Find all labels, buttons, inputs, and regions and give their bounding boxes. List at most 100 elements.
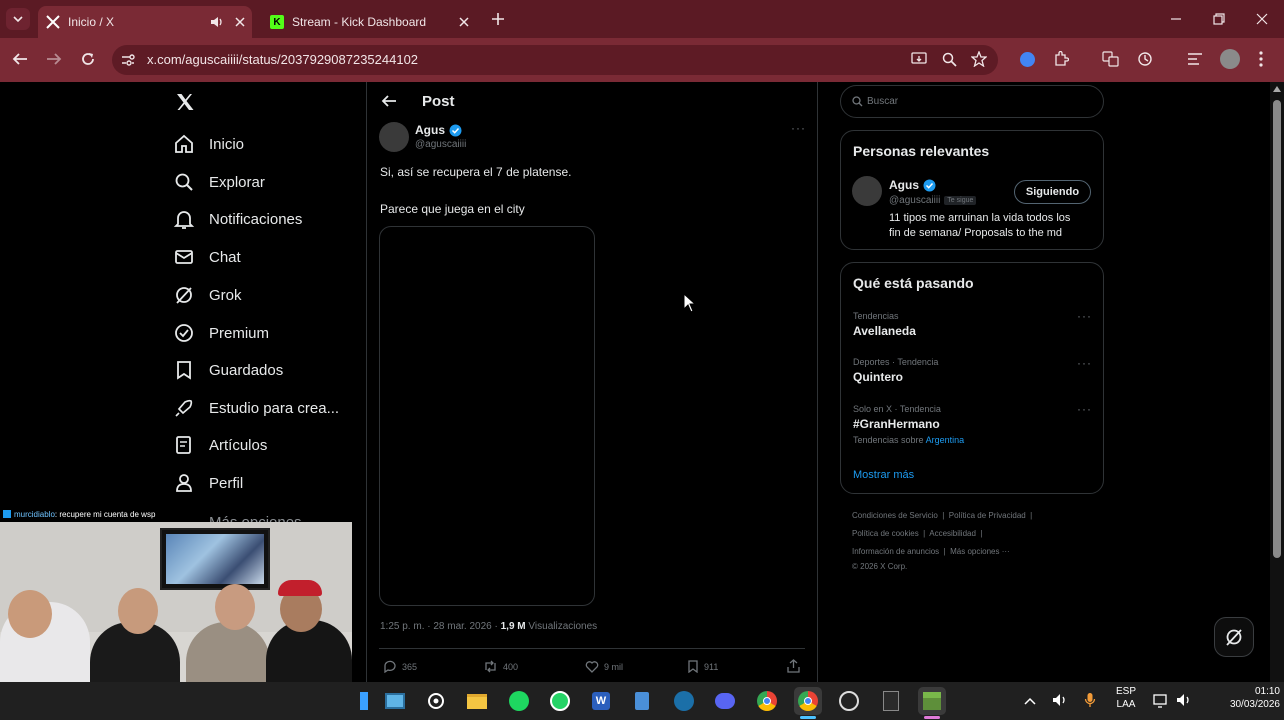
- bookmark-star-icon[interactable]: [971, 51, 987, 67]
- author-name-row[interactable]: Agus: [415, 123, 462, 137]
- scroll-up-icon[interactable]: [1273, 86, 1281, 92]
- sidebar-item-notificaciones[interactable]: Notificaciones: [173, 203, 302, 235]
- cam-person-head: [118, 588, 158, 634]
- relevant-name-row[interactable]: Agus: [889, 178, 936, 192]
- sidebar-item-premium[interactable]: Premium: [173, 317, 269, 349]
- microphone-icon[interactable]: [1084, 692, 1096, 708]
- network-icon[interactable]: [1153, 693, 1169, 708]
- calculator-icon[interactable]: [628, 687, 656, 715]
- install-app-icon[interactable]: [911, 52, 927, 67]
- new-tab-icon[interactable]: [491, 12, 505, 26]
- trend-sub-link[interactable]: Argentina: [926, 435, 965, 445]
- speaker-icon[interactable]: [210, 16, 224, 28]
- relevant-avatar[interactable]: [852, 176, 882, 206]
- whatsapp-icon[interactable]: [546, 687, 574, 715]
- tray-overflow-icon[interactable]: [1024, 697, 1036, 705]
- share-icon[interactable]: [787, 659, 800, 673]
- zoom-icon[interactable]: [942, 52, 957, 67]
- show-more-link[interactable]: Mostrar más: [853, 469, 914, 481]
- minimize-icon[interactable]: [1170, 13, 1182, 25]
- sidebar-item-grok[interactable]: Grok: [173, 279, 242, 311]
- back-arrow-icon[interactable]: [381, 94, 397, 108]
- speaker-tray-icon[interactable]: [1176, 693, 1192, 707]
- reading-list-icon[interactable]: [1187, 52, 1203, 66]
- tab-kick-dashboard[interactable]: K Stream - Kick Dashboard: [262, 6, 476, 38]
- close-window-icon[interactable]: [1256, 13, 1268, 25]
- search-input[interactable]: Buscar: [840, 85, 1104, 118]
- relevant-title: Personas relevantes: [853, 143, 990, 159]
- extensions-icon[interactable]: [1053, 51, 1069, 67]
- post-text-line-2: Parece que juega en el city: [380, 202, 525, 216]
- sidebar-item-explorar[interactable]: Explorar: [173, 166, 265, 198]
- clock[interactable]: 01:10 30/03/2026: [1200, 686, 1280, 710]
- post-more-icon[interactable]: ···: [791, 121, 806, 135]
- trend-more-icon[interactable]: ···: [1077, 356, 1092, 370]
- footer-link[interactable]: Más opciones ···: [950, 547, 1010, 556]
- sidebar-item-articulos[interactable]: Artículos: [173, 429, 267, 461]
- footer-link[interactable]: Accesibilidad: [929, 529, 976, 538]
- url-text[interactable]: x.com/aguscaiiii/status/2037929087235244…: [147, 52, 418, 67]
- scrollbar-thumb[interactable]: [1273, 100, 1281, 558]
- keyboard-layout: LAA: [1116, 699, 1136, 710]
- sidebar-item-inicio[interactable]: Inicio: [173, 128, 244, 160]
- bookmark-button[interactable]: 911: [687, 660, 718, 673]
- app-icon-partial[interactable]: [350, 687, 378, 715]
- x-home-logo-icon[interactable]: [175, 92, 195, 112]
- profile-avatar-icon[interactable]: [1220, 49, 1240, 69]
- site-settings-icon[interactable]: [121, 53, 135, 67]
- chrome-active-icon[interactable]: [794, 687, 822, 715]
- sidebar-item-estudio[interactable]: Estudio para crea...: [173, 392, 339, 424]
- grok-floating-button[interactable]: [1214, 617, 1254, 657]
- sidebar-item-chat[interactable]: Chat: [173, 241, 241, 273]
- author-avatar[interactable]: [379, 122, 409, 152]
- trend-item[interactable]: Solo en X · Tendencia #GranHermano Tende…: [853, 404, 964, 445]
- footer-link[interactable]: Información de anuncios: [852, 547, 939, 556]
- footer-link[interactable]: Política de Privacidad: [949, 511, 1026, 520]
- close-tab-icon[interactable]: [235, 17, 245, 27]
- back-icon[interactable]: [12, 52, 28, 66]
- tab-inicio-x[interactable]: Inicio / X: [38, 6, 252, 38]
- trend-more-icon[interactable]: ···: [1077, 402, 1092, 416]
- extension-blue-icon[interactable]: [1016, 48, 1038, 70]
- footer-link[interactable]: Condiciones de Servicio: [852, 511, 938, 520]
- app-icon-screen[interactable]: [381, 687, 409, 715]
- x-logo-icon: [46, 15, 60, 29]
- trend-item[interactable]: Tendencias Avellaneda: [853, 311, 916, 338]
- spotify-icon[interactable]: [505, 687, 533, 715]
- tab-search-button[interactable]: [6, 8, 30, 30]
- history-icon[interactable]: [1137, 51, 1153, 67]
- sidebar-item-guardados[interactable]: Guardados: [173, 354, 283, 386]
- trend-more-icon[interactable]: ···: [1077, 309, 1092, 323]
- epic-games-icon[interactable]: [877, 687, 905, 715]
- author-handle[interactable]: @aguscaiiii: [415, 139, 466, 150]
- reply-button[interactable]: 365: [383, 660, 417, 673]
- trend-item[interactable]: Deportes · Tendencia Quintero: [853, 357, 938, 384]
- chrome-menu-icon[interactable]: [1259, 51, 1263, 67]
- footer-copyright: © 2026 X Corp.: [852, 562, 908, 571]
- grok-icon: [1226, 629, 1242, 646]
- footer-link[interactable]: Política de cookies: [852, 529, 919, 538]
- forward-icon[interactable]: [46, 52, 62, 66]
- translate-icon[interactable]: [1102, 51, 1119, 67]
- close-tab-icon[interactable]: [459, 17, 469, 27]
- language-indicator[interactable]: ESP LAA: [1116, 686, 1136, 710]
- chatgpt-icon[interactable]: [422, 687, 450, 715]
- like-button[interactable]: 9 mil: [585, 660, 623, 673]
- sidebar-item-perfil[interactable]: Perfil: [173, 467, 243, 499]
- restore-icon[interactable]: [1213, 13, 1225, 25]
- word-icon[interactable]: W: [587, 687, 615, 715]
- repost-button[interactable]: 400: [483, 660, 518, 673]
- discord-icon[interactable]: [711, 687, 739, 715]
- minecraft-icon[interactable]: [918, 687, 946, 715]
- post-video[interactable]: [379, 226, 595, 606]
- tab-strip: Inicio / X K Stream - Kick Dashboard: [0, 0, 1284, 38]
- chrome-icon[interactable]: [753, 687, 781, 715]
- home-icon: [175, 134, 193, 153]
- steam-icon[interactable]: [670, 687, 698, 715]
- page-scrollbar[interactable]: [1270, 82, 1284, 682]
- file-explorer-icon[interactable]: [463, 687, 491, 715]
- volume-tray-icon[interactable]: [1052, 693, 1068, 707]
- reload-icon[interactable]: [80, 51, 96, 67]
- obs-icon[interactable]: [835, 687, 863, 715]
- following-button[interactable]: Siguiendo: [1014, 180, 1091, 204]
